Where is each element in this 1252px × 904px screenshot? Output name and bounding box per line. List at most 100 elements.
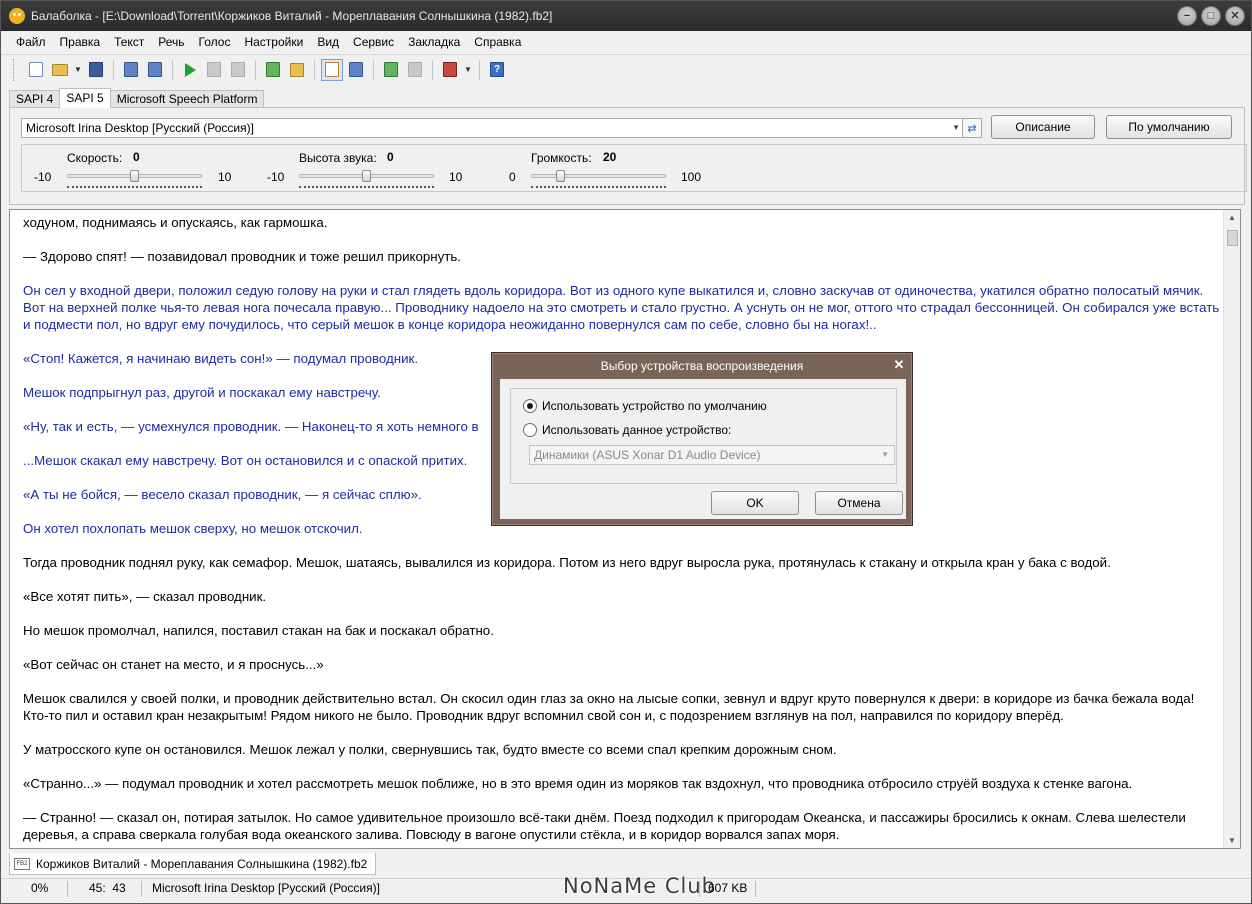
text-paragraph: «Странно...» — подумал проводник и хотел… bbox=[23, 776, 1133, 791]
export-icon bbox=[443, 62, 457, 77]
new-document-button[interactable] bbox=[25, 59, 47, 81]
default-button[interactable]: По умолчанию bbox=[1106, 115, 1232, 139]
vertical-scrollbar[interactable]: ▲ ▼ bbox=[1223, 210, 1240, 848]
title-bar[interactable]: Балаболка - [E:\Download\Torrent\Коржико… bbox=[1, 1, 1251, 31]
status-separator bbox=[699, 881, 700, 897]
refresh-icon: ⇄ bbox=[967, 122, 977, 135]
text-content[interactable]: ходуном, поднимаясь и опускаясь, как гар… bbox=[23, 214, 1223, 848]
menu-view[interactable]: Вид bbox=[310, 31, 346, 53]
menu-text[interactable]: Текст bbox=[107, 31, 151, 53]
menu-voice[interactable]: Голос bbox=[192, 31, 238, 53]
open-button[interactable] bbox=[49, 59, 71, 81]
split-button[interactable] bbox=[262, 59, 284, 81]
menu-bookmark[interactable]: Закладка bbox=[401, 31, 467, 53]
pitch-max: 10 bbox=[449, 170, 463, 184]
document-tab[interactable]: FB2 Коржиков Виталий - Мореплавания Солн… bbox=[9, 853, 377, 875]
status-separator bbox=[755, 881, 756, 897]
save-button[interactable] bbox=[85, 59, 107, 81]
stop-icon bbox=[231, 62, 245, 77]
menu-file[interactable]: Файл bbox=[9, 31, 53, 53]
bookmark-button[interactable] bbox=[286, 59, 308, 81]
volume-value: 20 bbox=[603, 150, 617, 164]
convert-button[interactable] bbox=[120, 59, 142, 81]
pause-icon bbox=[207, 62, 221, 77]
default-device-option[interactable]: Использовать устройство по умолчанию bbox=[523, 399, 767, 413]
close-button[interactable]: ✕ bbox=[1225, 6, 1245, 26]
help-icon: ? bbox=[490, 62, 504, 77]
menu-speech[interactable]: Речь bbox=[151, 31, 191, 53]
scroll-down-icon[interactable]: ▼ bbox=[1228, 836, 1236, 845]
rate-label: Скорость: bbox=[67, 151, 123, 165]
voice-panel: Microsoft Irina Desktop [Русский (Россия… bbox=[9, 107, 1247, 205]
play-button[interactable] bbox=[179, 59, 201, 81]
dialog-close-icon[interactable]: ✕ bbox=[891, 357, 907, 373]
play-icon bbox=[184, 62, 196, 77]
export-dropdown-button[interactable]: ▼ bbox=[463, 59, 473, 81]
specific-device-option[interactable]: Использовать данное устройство: bbox=[523, 423, 731, 437]
document-tab-label: Коржиков Виталий - Мореплавания Солнышки… bbox=[36, 856, 368, 871]
text-paragraph: ходуном, поднимаясь и опускаясь, как гар… bbox=[23, 215, 328, 230]
description-button[interactable]: Описание bbox=[991, 115, 1095, 139]
rate-min: -10 bbox=[34, 170, 52, 184]
voice-select-value: Microsoft Irina Desktop [Русский (Россия… bbox=[26, 121, 254, 135]
menu-settings[interactable]: Настройки bbox=[237, 31, 310, 53]
scroll-up-icon[interactable]: ▲ bbox=[1228, 213, 1236, 222]
export-button[interactable] bbox=[439, 59, 461, 81]
volume-slider-track[interactable] bbox=[531, 174, 666, 178]
pitch-slider-ticks bbox=[299, 186, 434, 188]
rate-max: 10 bbox=[218, 170, 232, 184]
pause-button[interactable] bbox=[203, 59, 225, 81]
voice-button[interactable] bbox=[380, 59, 402, 81]
device-select[interactable]: Динамики (ASUS Xonar D1 Audio Device) ▼ bbox=[529, 445, 895, 465]
pitch-min: -10 bbox=[267, 170, 285, 184]
text-editor[interactable]: ходуном, поднимаясь и опускаясь, как гар… bbox=[9, 209, 1241, 849]
volume-label: Громкость: bbox=[531, 151, 592, 165]
menu-help[interactable]: Справка bbox=[467, 31, 528, 53]
window-controls: − □ ✕ bbox=[1177, 6, 1245, 26]
window-title: Балаболка - [E:\Download\Torrent\Коржико… bbox=[31, 9, 553, 23]
dialog-title[interactable]: Выбор устройства воспроизведения bbox=[492, 353, 912, 379]
open-dropdown-button[interactable]: ▼ bbox=[73, 59, 83, 81]
voice-gray-button[interactable] bbox=[404, 59, 426, 81]
app-icon bbox=[9, 8, 25, 24]
scrollbar-thumb[interactable] bbox=[1227, 230, 1238, 246]
pitch-label: Высота звука: bbox=[299, 151, 377, 165]
text-paragraph: — Здорово спят! — позавидовал проводник … bbox=[23, 249, 461, 264]
sliders-group: Скорость: 0 -10 10 Высота звука: 0 -10 1… bbox=[21, 144, 1247, 192]
help-button[interactable]: ? bbox=[486, 59, 508, 81]
status-file-size: 607 KB bbox=[708, 881, 748, 895]
pitch-slider-thumb[interactable] bbox=[362, 170, 371, 182]
rate-slider-thumb[interactable] bbox=[130, 170, 139, 182]
playback-device-dialog: Выбор устройства воспроизведения ✕ Испол… bbox=[491, 352, 913, 526]
ok-button[interactable]: OK bbox=[711, 491, 799, 515]
volume-max: 100 bbox=[681, 170, 702, 184]
specific-device-radio[interactable] bbox=[523, 423, 537, 437]
dictionary-button[interactable] bbox=[345, 59, 367, 81]
menu-tools[interactable]: Сервис bbox=[346, 31, 401, 53]
chevron-down-icon: ▼ bbox=[952, 123, 960, 132]
dialog-body: Использовать устройство по умолчанию Исп… bbox=[500, 379, 906, 519]
tab-sapi4[interactable]: SAPI 4 bbox=[9, 90, 61, 108]
toolbar-grip[interactable] bbox=[13, 58, 16, 81]
volume-slider-thumb[interactable] bbox=[556, 170, 566, 182]
refresh-voices-button[interactable]: ⇄ bbox=[962, 118, 982, 138]
dictionary-icon bbox=[349, 62, 363, 77]
tab-speech-platform[interactable]: Microsoft Speech Platform bbox=[109, 90, 265, 108]
batch-convert-button[interactable] bbox=[144, 59, 166, 81]
maximize-button[interactable]: □ bbox=[1201, 6, 1221, 26]
text-paragraph: «Вот сейчас он станет на место, и я прос… bbox=[23, 657, 324, 672]
chevron-down-icon: ▼ bbox=[74, 65, 82, 74]
clipboard-icon bbox=[325, 62, 339, 77]
clipboard-button[interactable] bbox=[321, 58, 343, 81]
minimize-button[interactable]: − bbox=[1177, 6, 1197, 26]
highlighted-paragraph: Он сел у входной двери, положил седую го… bbox=[23, 283, 1220, 332]
voice-select[interactable]: Microsoft Irina Desktop [Русский (Россия… bbox=[21, 118, 965, 138]
text-paragraph: — Странно! — сказал он, потирая затылок.… bbox=[23, 810, 1186, 842]
tab-sapi5[interactable]: SAPI 5 bbox=[59, 88, 111, 108]
default-device-radio[interactable] bbox=[523, 399, 537, 413]
stop-button[interactable] bbox=[227, 59, 249, 81]
menu-edit[interactable]: Правка bbox=[53, 31, 108, 53]
cancel-button[interactable]: Отмена bbox=[815, 491, 903, 515]
toolbar-separator bbox=[113, 59, 114, 80]
new-document-icon bbox=[29, 62, 43, 77]
